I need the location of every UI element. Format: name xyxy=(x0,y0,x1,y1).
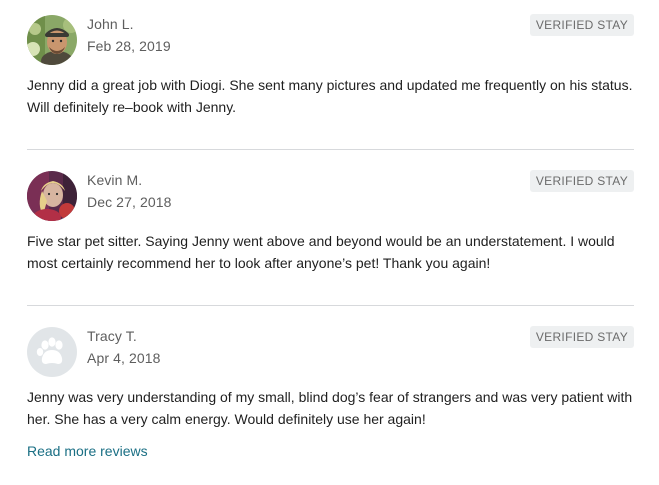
review-date: Dec 27, 2018 xyxy=(87,194,172,210)
verified-stay-badge: VERIFIED STAY xyxy=(529,326,634,348)
review-text: Jenny did a great job with Diogi. She se… xyxy=(27,77,633,115)
read-more-reviews-link[interactable]: Read more reviews xyxy=(27,443,148,459)
review-text: Five star pet sitter. Saying Jenny went … xyxy=(27,233,615,271)
reviewer-name: Tracy T. xyxy=(87,328,137,344)
paw-placeholder-icon xyxy=(27,327,77,377)
reviewer-photo xyxy=(27,15,77,65)
review-divider xyxy=(27,149,634,150)
reviewer-avatar[interactable] xyxy=(27,327,77,377)
review-text: Jenny was very understanding of my small… xyxy=(27,389,633,427)
reviewer-avatar[interactable] xyxy=(27,171,77,221)
reviewer-name: Kevin M. xyxy=(87,172,143,188)
verified-stay-badge: VERIFIED STAY xyxy=(529,14,634,36)
review-date: Feb 28, 2019 xyxy=(87,38,171,54)
reviewer-photo xyxy=(27,171,77,221)
reviews-section: John L. Feb 28, 2019 VERIFIED STAY Jenny… xyxy=(0,0,659,485)
verified-stay-badge: VERIFIED STAY xyxy=(529,170,634,192)
reviewer-name: John L. xyxy=(87,16,134,32)
reviewer-avatar[interactable] xyxy=(27,15,77,65)
review-divider xyxy=(27,305,634,306)
review-date: Apr 4, 2018 xyxy=(87,350,161,366)
